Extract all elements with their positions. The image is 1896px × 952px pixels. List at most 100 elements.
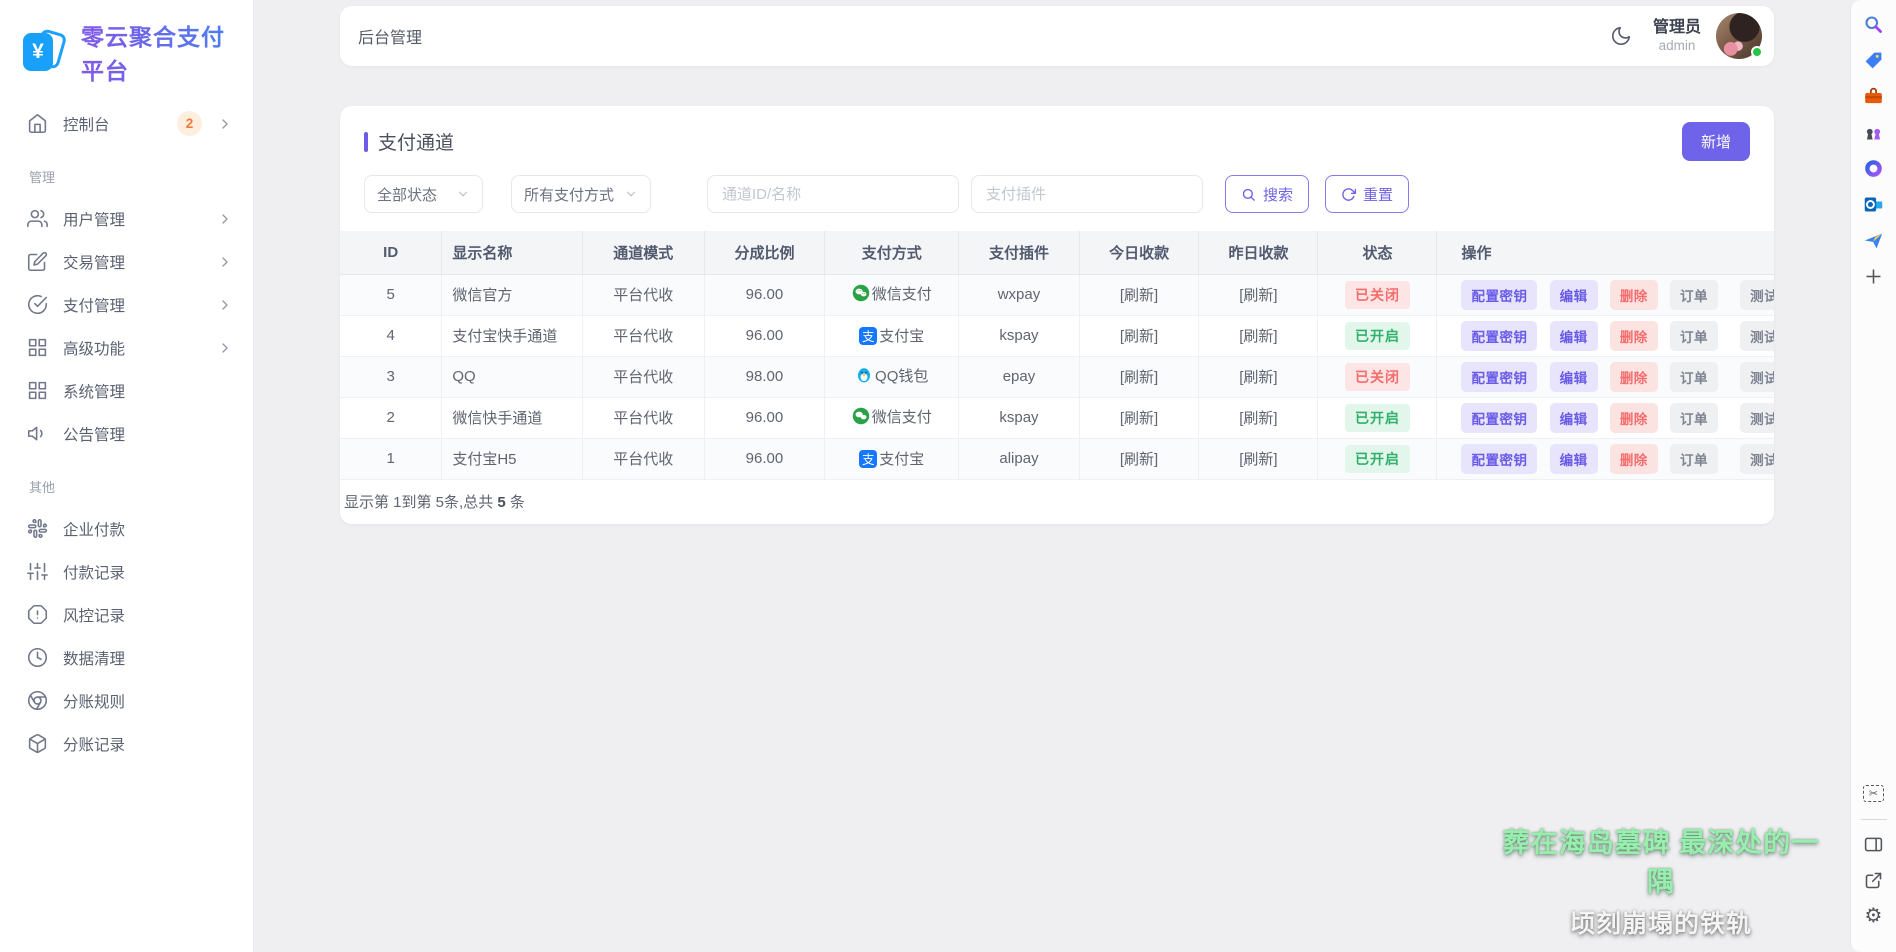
shopping-tag-icon[interactable] xyxy=(1862,48,1886,72)
sidebar-item-split-rules[interactable]: 分账规则 xyxy=(0,679,253,722)
orders-button[interactable]: 订单 xyxy=(1670,321,1718,351)
avatar[interactable] xyxy=(1716,13,1762,59)
settings-gear-icon[interactable]: ⚙ xyxy=(1862,904,1886,928)
chrome-icon xyxy=(27,690,48,711)
sidebar-item-transaction-management[interactable]: 交易管理 xyxy=(0,240,253,283)
payment-method-icon xyxy=(859,450,877,468)
add-icon[interactable] xyxy=(1862,264,1886,288)
cell-method: 支付宝 xyxy=(825,438,959,479)
sidebar-item-risk-records[interactable]: 风控记录 xyxy=(0,593,253,636)
refresh-yesterday-link[interactable]: [刷新] xyxy=(1239,369,1277,386)
dark-mode-toggle[interactable] xyxy=(1604,19,1638,53)
table-row: 1 支付宝H5 平台代收 96.00 支付宝 xyxy=(340,438,1774,479)
sidebar-item-label: 分账规则 xyxy=(63,690,233,712)
refresh-icon xyxy=(1341,187,1356,202)
sidebar-item-label: 风控记录 xyxy=(63,604,233,626)
sidebar-item-console[interactable]: 控制台 2 xyxy=(0,102,253,145)
sidebar-item-user-management[interactable]: 用户管理 xyxy=(0,197,253,240)
delete-button[interactable]: 删除 xyxy=(1610,444,1658,474)
screenshot-icon[interactable]: ✂ xyxy=(1862,781,1886,805)
grid-icon xyxy=(27,337,48,358)
chevron-right-icon xyxy=(217,116,233,132)
open-external-icon[interactable] xyxy=(1862,868,1886,892)
channel-id-input[interactable] xyxy=(707,175,959,213)
column-header-actions: 操作 xyxy=(1437,231,1774,274)
outlook-icon[interactable] xyxy=(1862,192,1886,216)
refresh-today-link[interactable]: [刷新] xyxy=(1120,287,1158,304)
delete-button[interactable]: 删除 xyxy=(1610,321,1658,351)
sidebar-item-enterprise-payment[interactable]: 企业付款 xyxy=(0,507,253,550)
orders-button[interactable]: 订单 xyxy=(1670,362,1718,392)
refresh-today-link[interactable]: [刷新] xyxy=(1120,328,1158,345)
toolbox-icon[interactable] xyxy=(1862,84,1886,108)
refresh-today-link[interactable]: [刷新] xyxy=(1120,410,1158,427)
users-icon xyxy=(27,208,48,229)
refresh-yesterday-link[interactable]: [刷新] xyxy=(1239,451,1277,468)
orders-button[interactable]: 订单 xyxy=(1670,403,1718,433)
chevron-right-icon xyxy=(217,211,233,227)
refresh-yesterday-link[interactable]: [刷新] xyxy=(1239,410,1277,427)
column-header-method: 支付方式 xyxy=(825,231,959,274)
payment-method-select[interactable]: 所有支付方式 xyxy=(511,175,651,213)
delete-button[interactable]: 删除 xyxy=(1610,362,1658,392)
cell-method: QQ钱包 xyxy=(825,356,959,397)
delete-button[interactable]: 删除 xyxy=(1610,403,1658,433)
edit-button[interactable]: 编辑 xyxy=(1550,444,1598,474)
refresh-today-link[interactable]: [刷新] xyxy=(1120,451,1158,468)
reset-button-label: 重置 xyxy=(1363,184,1393,205)
games-icon[interactable] xyxy=(1862,120,1886,144)
payment-method-label: 支付宝 xyxy=(879,448,924,469)
edit-button[interactable]: 编辑 xyxy=(1550,321,1598,351)
pagination-summary: 显示第 1到第 5条,总共 5 条 xyxy=(340,480,1774,516)
microsoft-365-icon[interactable] xyxy=(1862,156,1886,180)
chevron-right-icon xyxy=(217,297,233,313)
cell-today: [刷新] xyxy=(1079,397,1199,438)
sidebar-item-announcement-management[interactable]: 公告管理 xyxy=(0,412,253,455)
delete-button[interactable]: 删除 xyxy=(1610,280,1658,310)
orders-button[interactable]: 订单 xyxy=(1670,280,1718,310)
edit-button[interactable]: 编辑 xyxy=(1550,280,1598,310)
edit-button[interactable]: 编辑 xyxy=(1550,362,1598,392)
edit-button[interactable]: 编辑 xyxy=(1550,403,1598,433)
cell-actions: 配置密钥 编辑 删除 订单 测试 xyxy=(1437,356,1774,397)
table-row: 3 QQ 平台代收 98.00 QQ钱包 xyxy=(340,356,1774,397)
search-icon[interactable] xyxy=(1862,12,1886,36)
page-title: 支付通道 xyxy=(378,128,454,155)
plugin-input[interactable] xyxy=(971,175,1203,213)
status-select[interactable]: 全部状态 xyxy=(364,175,483,213)
sidebar-item-advanced-features[interactable]: 高级功能 xyxy=(0,326,253,369)
sidebar-item-payment-records[interactable]: 付款记录 xyxy=(0,550,253,593)
cell-yesterday: [刷新] xyxy=(1199,397,1318,438)
reset-button[interactable]: 重置 xyxy=(1325,175,1409,213)
send-icon[interactable] xyxy=(1862,228,1886,252)
online-status-dot xyxy=(1751,46,1763,58)
sidebar-item-data-cleanup[interactable]: 数据清理 xyxy=(0,636,253,679)
configure-keys-button[interactable]: 配置密钥 xyxy=(1461,280,1537,310)
refresh-today-link[interactable]: [刷新] xyxy=(1120,369,1158,386)
column-header-today: 今日收款 xyxy=(1079,231,1199,274)
sliders-icon xyxy=(27,561,48,582)
configure-keys-button[interactable]: 配置密钥 xyxy=(1461,444,1537,474)
cell-ratio: 96.00 xyxy=(704,274,824,315)
configure-keys-button[interactable]: 配置密钥 xyxy=(1461,362,1537,392)
sidebar-item-payment-management[interactable]: 支付管理 xyxy=(0,283,253,326)
cell-id: 2 xyxy=(340,397,442,438)
test-button[interactable]: 测试 xyxy=(1740,444,1774,474)
refresh-yesterday-link[interactable]: [刷新] xyxy=(1239,328,1277,345)
test-button[interactable]: 测试 xyxy=(1740,321,1774,351)
sidebar-item-system-management[interactable]: 系统管理 xyxy=(0,369,253,412)
configure-keys-button[interactable]: 配置密钥 xyxy=(1461,321,1537,351)
test-button[interactable]: 测试 xyxy=(1740,403,1774,433)
cell-today: [刷新] xyxy=(1079,356,1199,397)
orders-button[interactable]: 订单 xyxy=(1670,444,1718,474)
sidebar-panel-icon[interactable] xyxy=(1862,832,1886,856)
configure-keys-button[interactable]: 配置密钥 xyxy=(1461,403,1537,433)
add-button[interactable]: 新增 xyxy=(1682,122,1750,161)
test-button[interactable]: 测试 xyxy=(1740,280,1774,310)
refresh-yesterday-link[interactable]: [刷新] xyxy=(1239,287,1277,304)
search-button[interactable]: 搜索 xyxy=(1225,175,1309,213)
sidebar-item-split-records[interactable]: 分账记录 xyxy=(0,722,253,765)
cell-mode: 平台代收 xyxy=(582,274,704,315)
column-header-yesterday: 昨日收款 xyxy=(1199,231,1318,274)
test-button[interactable]: 测试 xyxy=(1740,362,1774,392)
